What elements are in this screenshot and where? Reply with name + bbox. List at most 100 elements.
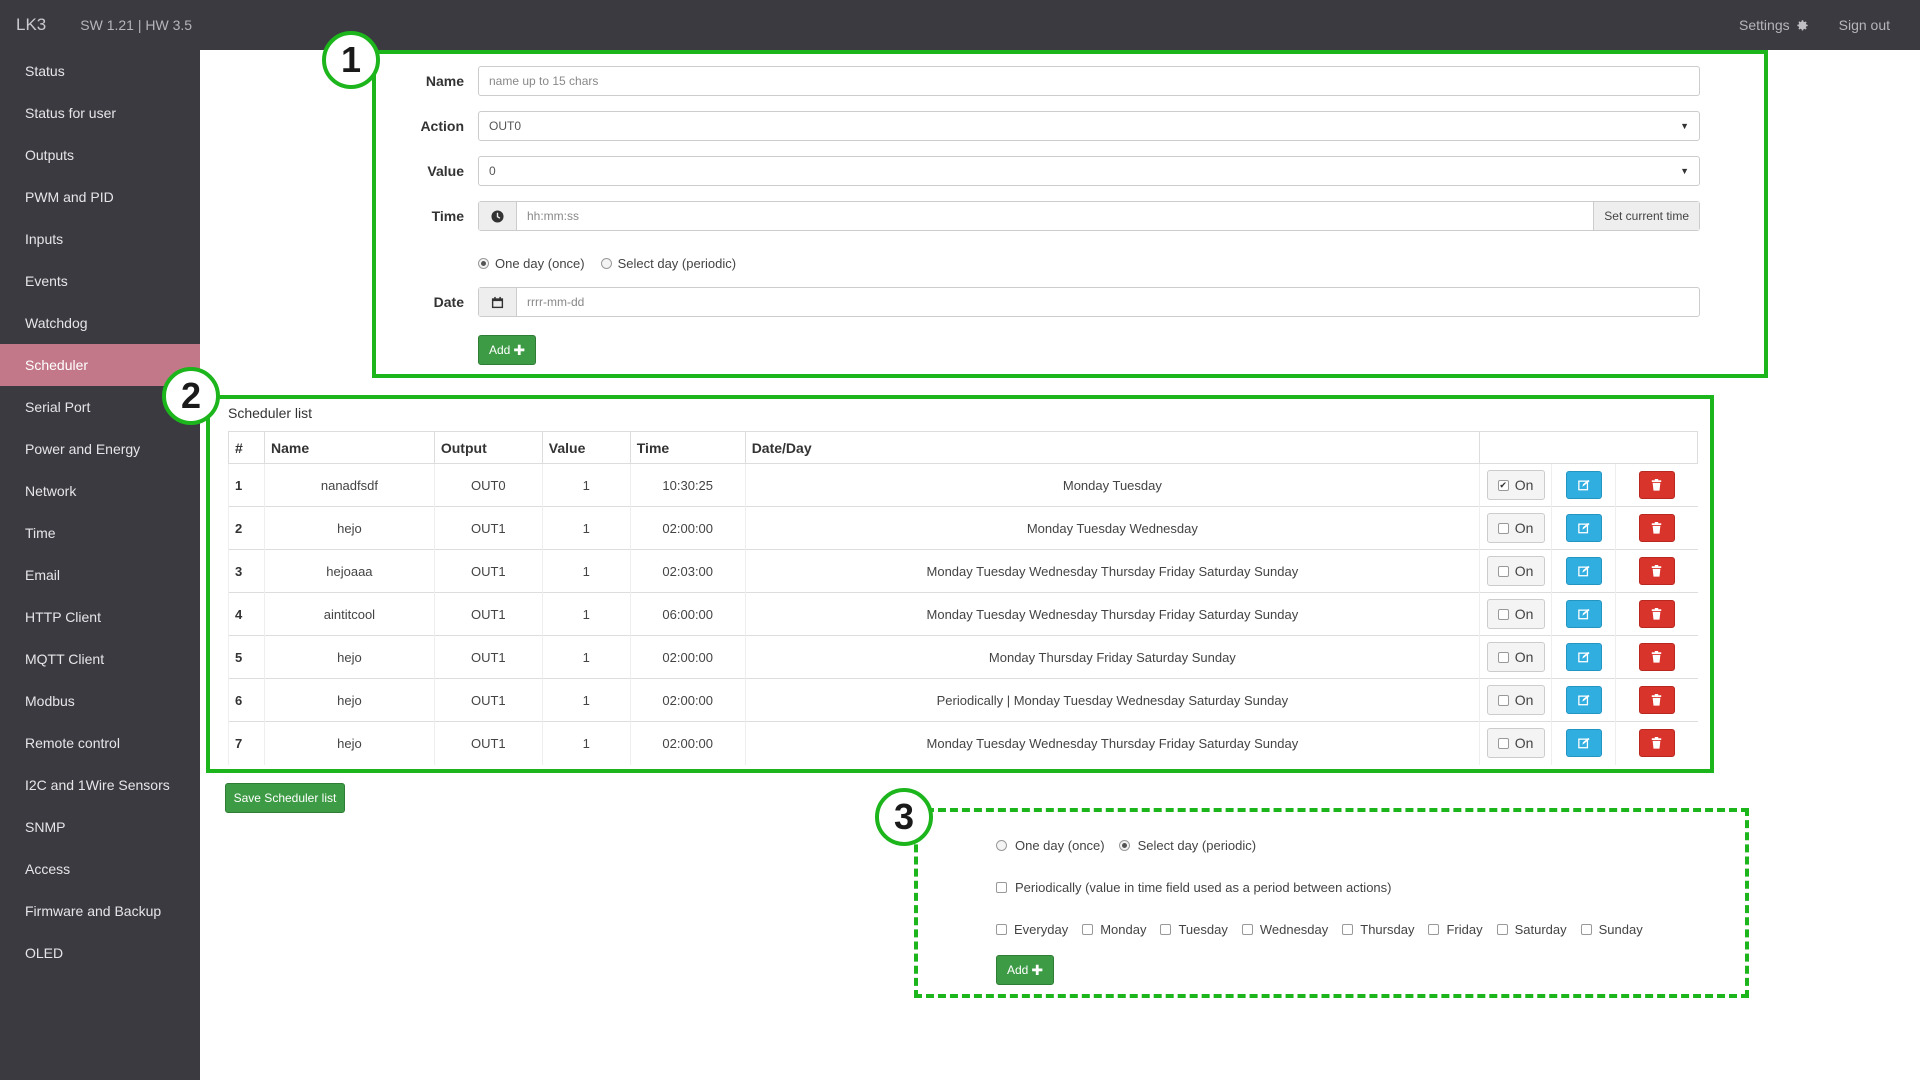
brand-logo[interactable]: LK3 bbox=[16, 15, 46, 35]
day-checkbox[interactable] bbox=[1580, 924, 1592, 935]
row-output: OUT0 bbox=[433, 463, 543, 507]
sidebar-item-status-for-user[interactable]: Status for user bbox=[0, 92, 200, 134]
periodically-label: Periodically (value in time field used a… bbox=[1015, 880, 1392, 895]
row-value: 1 bbox=[541, 463, 631, 507]
edit-button[interactable] bbox=[1565, 600, 1602, 628]
radio-once[interactable] bbox=[996, 840, 1007, 851]
sidebar-item-email[interactable]: Email bbox=[0, 554, 200, 596]
enable-toggle[interactable]: On bbox=[1486, 513, 1545, 543]
time-input[interactable]: hh:mm:ss Set current time bbox=[478, 201, 1700, 231]
row-value: 1 bbox=[541, 592, 631, 636]
value-select[interactable]: 0 ▼ bbox=[478, 156, 1700, 186]
edit-button[interactable] bbox=[1565, 686, 1602, 714]
scheduler-table: # Name Output Value Time Date/Day 1 nanadfsdf O… bbox=[228, 431, 1698, 765]
day-checkbox[interactable] bbox=[1160, 924, 1172, 935]
day-checkbox[interactable] bbox=[1082, 924, 1094, 935]
row-days: Monday Tuesday Wednesday Thursday Friday… bbox=[744, 549, 1480, 593]
column-header: Time bbox=[629, 431, 746, 464]
action-select[interactable]: OUT0 ▼ bbox=[478, 111, 1700, 141]
sidebar-item-network[interactable]: Network bbox=[0, 470, 200, 512]
save-scheduler-list-button[interactable]: Save Scheduler list bbox=[225, 783, 345, 813]
sidebar-item-modbus[interactable]: Modbus bbox=[0, 680, 200, 722]
row-days: Periodically | Monday Tuesday Wednesday … bbox=[744, 678, 1480, 722]
row-days: Monday Thursday Friday Saturday Sunday bbox=[744, 635, 1480, 679]
trash-icon bbox=[1651, 737, 1662, 749]
enable-checkbox[interactable] bbox=[1497, 737, 1509, 749]
sidebar-item-i2c-and-1wire-sensors[interactable]: I2C and 1Wire Sensors bbox=[0, 764, 200, 806]
row-delete-cell bbox=[1615, 635, 1698, 679]
add-periodic-button[interactable]: Add ✚ bbox=[996, 955, 1054, 985]
row-output: OUT1 bbox=[433, 721, 543, 765]
enable-checkbox[interactable] bbox=[1497, 694, 1509, 706]
add-button[interactable]: Add ✚ bbox=[478, 335, 536, 365]
enable-checkbox[interactable] bbox=[1497, 565, 1509, 577]
sidebar-item-inputs[interactable]: Inputs bbox=[0, 218, 200, 260]
day-checkbox[interactable] bbox=[1241, 924, 1253, 935]
edit-button[interactable] bbox=[1565, 729, 1602, 758]
enable-checkbox[interactable] bbox=[1497, 608, 1509, 620]
row-enable-cell: On bbox=[1479, 506, 1552, 550]
sidebar-item-events[interactable]: Events bbox=[0, 260, 200, 302]
sidebar-item-time[interactable]: Time bbox=[0, 512, 200, 554]
edit-button[interactable] bbox=[1565, 557, 1602, 585]
enable-checkbox[interactable]: ✔ bbox=[1497, 479, 1509, 491]
enable-toggle[interactable]: On bbox=[1486, 685, 1545, 715]
edit-button[interactable] bbox=[1565, 471, 1602, 499]
sidebar-item-remote-control[interactable]: Remote control bbox=[0, 722, 200, 764]
row-index: 4 bbox=[228, 592, 265, 636]
day-label: Thursday bbox=[1360, 922, 1415, 937]
sidebar-item-access[interactable]: Access bbox=[0, 848, 200, 890]
delete-button[interactable] bbox=[1638, 514, 1675, 542]
settings-link[interactable]: Settings bbox=[1739, 17, 1809, 33]
day-checkbox[interactable] bbox=[1342, 924, 1354, 935]
sidebar-item-http-client[interactable]: HTTP Client bbox=[0, 596, 200, 638]
row-index: 6 bbox=[228, 678, 265, 722]
sidebar-item-firmware-and-backup[interactable]: Firmware and Backup bbox=[0, 890, 200, 932]
radio-periodic[interactable] bbox=[600, 258, 612, 269]
enable-toggle[interactable]: On bbox=[1486, 599, 1545, 629]
delete-button[interactable] bbox=[1638, 557, 1675, 585]
scheduler-list-title: Scheduler list bbox=[228, 405, 313, 421]
sidebar-item-snmp[interactable]: SNMP bbox=[0, 806, 200, 848]
enable-toggle[interactable]: ✔ On bbox=[1486, 470, 1545, 500]
sidebar-item-oled[interactable]: OLED bbox=[0, 932, 200, 974]
trash-icon bbox=[1651, 694, 1662, 706]
enable-toggle[interactable]: On bbox=[1486, 642, 1545, 672]
day-checkbox[interactable] bbox=[1428, 924, 1440, 935]
radio-once[interactable] bbox=[478, 258, 489, 269]
delete-button[interactable] bbox=[1638, 686, 1675, 714]
row-time: 06:00:00 bbox=[629, 592, 746, 636]
delete-button[interactable] bbox=[1638, 471, 1675, 499]
column-header: Value bbox=[541, 431, 631, 464]
day-label: Saturday bbox=[1514, 922, 1567, 937]
set-current-time-button[interactable]: Set current time bbox=[1593, 202, 1699, 230]
delete-button[interactable] bbox=[1638, 600, 1675, 628]
sidebar-item-pwm-and-pid[interactable]: PWM and PID bbox=[0, 176, 200, 218]
sidebar-item-mqtt-client[interactable]: MQTT Client bbox=[0, 638, 200, 680]
radio-periodic-label: Select day (periodic) bbox=[617, 256, 737, 271]
day-checkbox[interactable] bbox=[996, 924, 1007, 935]
edit-button[interactable] bbox=[1565, 514, 1602, 542]
periodically-checkbox[interactable] bbox=[996, 882, 1007, 893]
name-input[interactable]: name up to 15 chars bbox=[478, 66, 1700, 96]
enable-checkbox[interactable] bbox=[1497, 522, 1509, 534]
enable-checkbox[interactable] bbox=[1497, 651, 1509, 663]
enable-toggle[interactable]: On bbox=[1486, 556, 1545, 586]
edit-button[interactable] bbox=[1565, 643, 1602, 671]
sign-out-link[interactable]: Sign out bbox=[1839, 17, 1890, 33]
delete-button[interactable] bbox=[1638, 643, 1675, 671]
trash-icon bbox=[1651, 522, 1662, 534]
delete-button[interactable] bbox=[1638, 729, 1675, 758]
row-name: aintitcool bbox=[263, 592, 435, 636]
sidebar-item-power-and-energy[interactable]: Power and Energy bbox=[0, 428, 200, 470]
row-delete-cell bbox=[1615, 592, 1698, 636]
sidebar-item-status[interactable]: Status bbox=[0, 50, 200, 92]
day-checkbox[interactable] bbox=[1496, 924, 1508, 935]
sidebar-item-watchdog[interactable]: Watchdog bbox=[0, 302, 200, 344]
caret-down-icon: ▼ bbox=[1680, 166, 1689, 176]
enable-toggle[interactable]: On bbox=[1486, 728, 1545, 759]
radio-periodic[interactable] bbox=[1118, 840, 1130, 851]
date-input[interactable]: rrrr-mm-dd bbox=[478, 287, 1700, 317]
sidebar-item-outputs[interactable]: Outputs bbox=[0, 134, 200, 176]
row-time: 02:00:00 bbox=[629, 635, 746, 679]
